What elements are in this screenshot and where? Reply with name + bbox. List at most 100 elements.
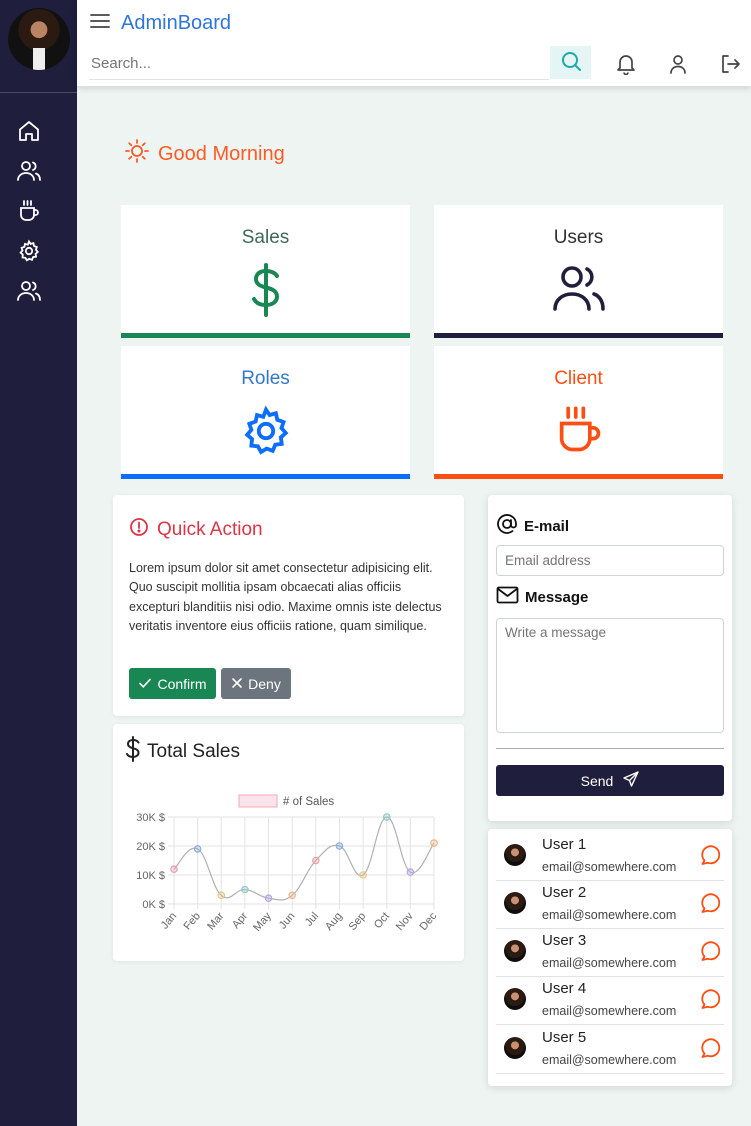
data-point <box>288 891 296 900</box>
topbar: AdminBoard <box>77 0 751 86</box>
user-email: email@somewhere.com <box>542 956 677 970</box>
email-field[interactable] <box>496 545 724 576</box>
legend-label: # of Sales <box>283 796 334 808</box>
x-tick-label: Feb <box>182 910 203 932</box>
list-item[interactable]: User 1 email@somewhere.com <box>496 833 724 881</box>
gear-icon[interactable] <box>15 237 43 265</box>
search-button[interactable] <box>550 46 591 79</box>
quick-action-panel: Quick Action Lorem ipsum dolor sit amet … <box>113 495 464 716</box>
y-tick-label: 30K $ <box>136 812 165 824</box>
search-input[interactable] <box>89 47 549 80</box>
profile-area <box>0 0 77 93</box>
card-title: Users <box>553 227 604 248</box>
confirm-button[interactable]: Confirm <box>129 668 216 699</box>
greeting: Good Morning <box>124 138 285 170</box>
data-point <box>382 813 391 821</box>
check-icon <box>138 676 152 692</box>
send-icon <box>623 771 640 790</box>
users-icon[interactable] <box>15 277 43 305</box>
email-label: E-mail <box>496 513 569 539</box>
legend-swatch <box>238 794 278 808</box>
user-list-panel: User 1 email@somewhere.com User 2 email@… <box>488 829 732 1086</box>
contact-panel: E-mail Message Send <box>488 495 732 821</box>
envelope-icon <box>496 586 519 608</box>
total-sales-panel: Total Sales 0K $10K $20K $30K $ Jan Feb Mar… <box>113 724 464 961</box>
x-tick-label: Nov <box>394 910 416 933</box>
x-tick-label: Sep <box>347 910 369 933</box>
client-card[interactable]: Client <box>434 346 723 479</box>
user-email: email@somewhere.com <box>542 860 677 874</box>
user-email: email@somewhere.com <box>542 908 677 922</box>
roles-card[interactable]: Roles <box>121 346 410 479</box>
search-icon <box>560 50 582 75</box>
chat-icon[interactable] <box>700 843 722 865</box>
chat-icon[interactable] <box>700 1036 722 1058</box>
card-title: Roles <box>241 368 290 389</box>
data-point <box>193 845 202 853</box>
coffee-icon[interactable] <box>15 197 43 225</box>
x-tick-label: Oct <box>372 910 392 931</box>
data-point <box>359 871 367 879</box>
user-name: User 3 <box>542 932 587 949</box>
users-card[interactable]: Users <box>434 205 723 338</box>
data-point <box>264 894 273 903</box>
logout-icon[interactable] <box>718 52 742 76</box>
deny-label: Deny <box>248 675 281 692</box>
data-point <box>335 842 344 850</box>
data-point <box>406 868 415 876</box>
chat-icon[interactable] <box>700 987 722 1009</box>
alert-icon <box>129 517 149 543</box>
data-point <box>241 885 249 894</box>
x-tick-label: Jun <box>277 910 298 931</box>
data-point <box>430 839 438 847</box>
list-item[interactable]: User 2 email@somewhere.com <box>496 881 724 929</box>
chat-icon[interactable] <box>700 891 722 913</box>
chat-icon[interactable] <box>700 939 722 961</box>
list-item[interactable]: User 5 email@somewhere.com <box>496 1026 724 1074</box>
sun-icon <box>124 138 150 170</box>
quick-action-text: Lorem ipsum dolor sit amet consectetur a… <box>129 561 442 633</box>
divider <box>496 748 724 749</box>
y-tick-label: 0K $ <box>142 899 165 911</box>
user-name: User 2 <box>542 884 587 901</box>
send-button[interactable]: Send <box>496 765 724 796</box>
email-label-text: E-mail <box>524 517 570 535</box>
list-item[interactable]: User 3 email@somewhere.com <box>496 929 724 977</box>
brand-row: AdminBoard <box>89 12 231 35</box>
menu-icon[interactable] <box>89 12 111 35</box>
data-point <box>312 856 320 865</box>
x-tick-label: Aug <box>323 910 345 933</box>
card-title: Client <box>554 368 603 389</box>
send-label: Send <box>580 772 614 789</box>
bell-icon[interactable] <box>614 52 638 76</box>
gear-icon <box>121 404 410 458</box>
deny-button[interactable]: Deny <box>221 668 291 699</box>
list-item[interactable]: User 4 email@somewhere.com <box>496 977 724 1025</box>
y-tick-label: 10K $ <box>136 870 165 882</box>
confirm-label: Confirm <box>157 675 207 692</box>
data-point <box>170 865 178 874</box>
user-email: email@somewhere.com <box>542 1053 677 1067</box>
data-point <box>217 891 226 900</box>
app-title[interactable]: AdminBoard <box>121 12 231 35</box>
avatar[interactable] <box>7 8 70 70</box>
user-name: User 4 <box>542 980 587 997</box>
sidebar-nav <box>0 93 77 305</box>
sidebar <box>0 0 77 1126</box>
quick-action-heading: Quick Action <box>157 519 263 540</box>
greeting-text: Good Morning <box>158 142 285 165</box>
users-icon <box>434 263 723 313</box>
user-icon[interactable] <box>666 52 690 76</box>
card-title: Sales <box>241 227 290 248</box>
avatar <box>504 844 526 866</box>
series-line <box>173 816 435 901</box>
x-tick-label: Jul <box>303 910 321 928</box>
home-icon[interactable] <box>15 117 43 145</box>
x-tick-label: Dec <box>418 910 440 933</box>
y-tick-label: 20K $ <box>136 841 165 853</box>
message-field[interactable] <box>496 618 724 733</box>
close-icon <box>231 676 243 692</box>
users-icon[interactable] <box>15 157 43 185</box>
x-tick-label: Apr <box>230 910 250 931</box>
sales-card[interactable]: Sales <box>121 205 410 338</box>
